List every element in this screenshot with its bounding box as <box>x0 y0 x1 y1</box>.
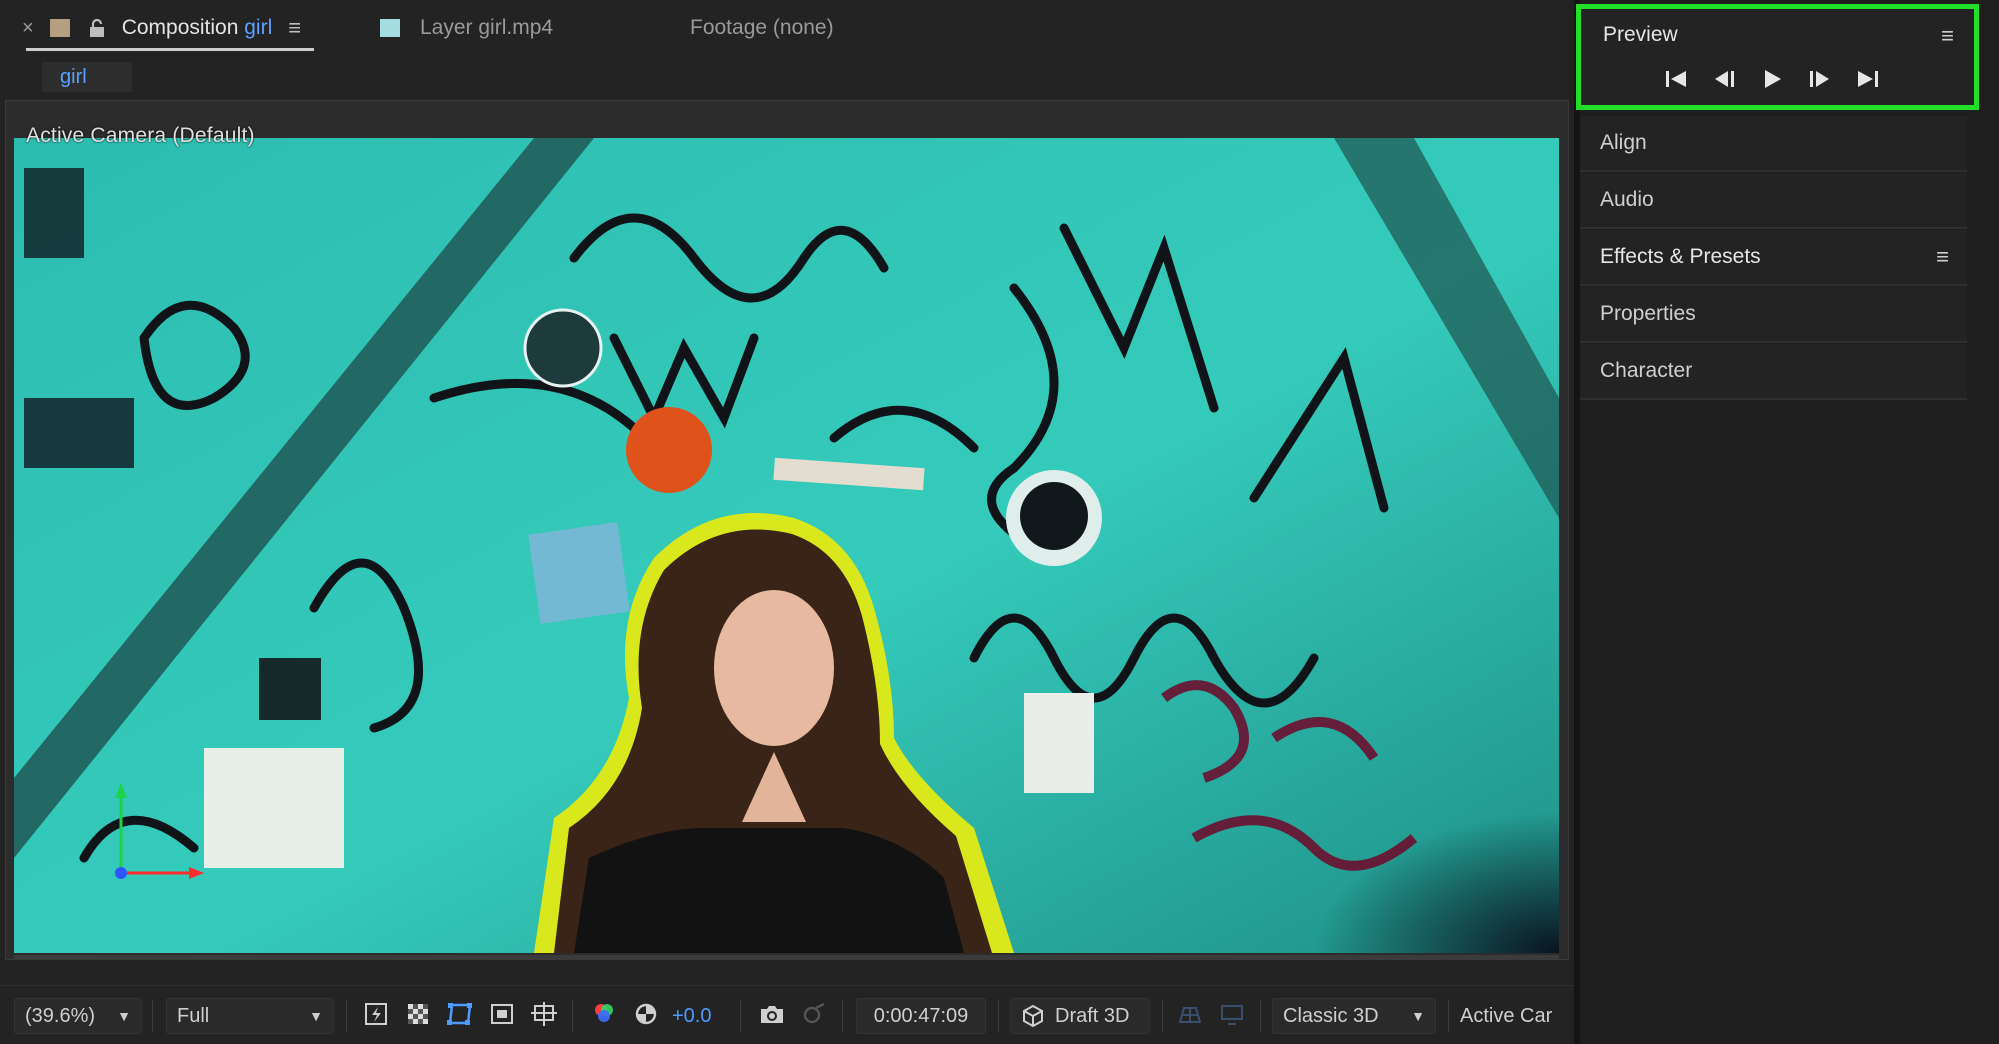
preview-panel-title[interactable]: Preview <box>1603 23 1678 47</box>
tab-bar: × Composition girl ≡ Layer girl.mp4 Foot… <box>0 0 1574 58</box>
magnification-dropdown[interactable]: (39.6%) ▼ <box>14 998 142 1034</box>
panel-properties[interactable]: Properties <box>1580 287 1967 343</box>
toolbar-separator <box>152 1000 153 1032</box>
preview-panel: Preview ≡ <box>1576 4 1979 110</box>
play-icon <box>1765 70 1781 88</box>
effects-panel-menu-icon[interactable]: ≡ <box>1936 244 1949 270</box>
snapshot-camera-icon[interactable] <box>756 998 788 1030</box>
skip-to-end-icon <box>1858 71 1878 87</box>
view-layout-value: Classic 3D <box>1283 1004 1379 1027</box>
resolution-value: Full <box>177 1004 210 1027</box>
panel-align-label: Align <box>1600 131 1647 154</box>
toolbar-separator <box>1260 1000 1261 1032</box>
magnification-value: (39.6%) <box>25 1004 96 1027</box>
active-camera-value: Active Car <box>1460 1004 1553 1027</box>
panel-audio[interactable]: Audio <box>1580 173 1967 229</box>
viewer-scrollbar[interactable] <box>14 955 1559 960</box>
preview-controls <box>1663 67 1881 91</box>
fast-previews-icon[interactable] <box>360 998 392 1030</box>
draft-3d-icon <box>1021 1004 1045 1028</box>
layer-color-swatch <box>380 19 400 37</box>
lock-icon[interactable] <box>86 17 108 39</box>
reset-exposure-icon[interactable] <box>630 998 662 1030</box>
toolbar-separator <box>740 1000 741 1032</box>
close-tab-icon[interactable]: × <box>22 17 34 40</box>
step-forward-icon <box>1810 71 1829 87</box>
active-camera-dropdown[interactable]: Active Car <box>1460 998 1570 1034</box>
current-time-value: 0:00:47:09 <box>873 1004 969 1027</box>
skip-to-start-icon <box>1666 71 1686 87</box>
composition-breadcrumb[interactable]: girl <box>42 62 132 92</box>
previous-frame-button[interactable] <box>1711 67 1737 91</box>
preview-panel-menu-icon[interactable]: ≡ <box>1941 23 1954 49</box>
next-frame-button[interactable] <box>1807 67 1833 91</box>
toolbar-separator <box>346 1000 347 1032</box>
region-of-interest-icon[interactable] <box>486 998 518 1030</box>
graffiti-wall-image <box>14 138 1559 953</box>
tab-layer[interactable]: Layer girl.mp4 <box>380 0 553 56</box>
viewer-toolbar: (39.6%) ▼ Full ▼ +0.0 0:00:47:09 Draft 3… <box>0 985 1574 1044</box>
composition-panel: × Composition girl ≡ Layer girl.mp4 Foot… <box>0 0 1574 1044</box>
active-tab-underline <box>26 48 314 51</box>
panel-menu-icon[interactable]: ≡ <box>288 15 301 41</box>
panel-align[interactable]: Align <box>1580 116 1967 172</box>
mask-visibility-icon[interactable] <box>444 998 476 1030</box>
extended-viewer-icon[interactable] <box>1216 998 1248 1030</box>
3d-ground-plane-icon[interactable] <box>1174 998 1206 1030</box>
current-time-display[interactable]: 0:00:47:09 <box>856 998 986 1034</box>
footage-frame[interactable] <box>14 138 1559 953</box>
tab-footage-label: Footage (none) <box>690 16 834 39</box>
panel-effects-presets-label: Effects & Presets <box>1600 245 1761 268</box>
toolbar-separator <box>572 1000 573 1032</box>
last-frame-button[interactable] <box>1855 67 1881 91</box>
step-back-icon <box>1715 71 1734 87</box>
toolbar-separator <box>1162 1000 1163 1032</box>
toolbar-separator <box>842 1000 843 1032</box>
chevron-down-icon: ▼ <box>117 1008 131 1024</box>
exposure-value[interactable]: +0.0 <box>672 998 711 1034</box>
view-layout-dropdown[interactable]: Classic 3D ▼ <box>1272 998 1436 1034</box>
toolbar-separator <box>998 1000 999 1032</box>
grid-guides-icon[interactable] <box>528 998 560 1030</box>
play-button[interactable] <box>1759 67 1785 91</box>
chevron-down-icon: ▼ <box>1411 1008 1425 1024</box>
chevron-down-icon: ▼ <box>309 1008 323 1024</box>
show-snapshot-icon[interactable] <box>798 998 830 1030</box>
draft-3d-toggle[interactable]: Draft 3D <box>1010 998 1150 1034</box>
tab-composition-label: Composition girl <box>122 16 273 40</box>
resolution-dropdown[interactable]: Full ▼ <box>166 998 334 1034</box>
composition-color-swatch <box>49 19 70 37</box>
draft-3d-label: Draft 3D <box>1055 1004 1130 1027</box>
panel-effects-presets[interactable]: Effects & Presets ≡ <box>1580 230 1967 286</box>
panel-audio-label: Audio <box>1600 188 1654 211</box>
toolbar-separator <box>1448 1000 1449 1032</box>
panel-character-label: Character <box>1600 359 1693 382</box>
panel-character[interactable]: Character <box>1580 344 1967 400</box>
tab-footage[interactable]: Footage (none) <box>690 0 834 56</box>
tab-composition-name: girl <box>244 16 273 39</box>
channel-rgb-icon[interactable] <box>588 998 620 1030</box>
panel-properties-label: Properties <box>1600 302 1696 325</box>
active-camera-label: Active Camera (Default) <box>26 124 255 147</box>
tab-composition-prefix: Composition <box>121 16 245 39</box>
transparency-grid-icon[interactable] <box>402 998 434 1030</box>
first-frame-button[interactable] <box>1663 67 1689 91</box>
tab-layer-label: Layer girl.mp4 <box>420 16 554 39</box>
